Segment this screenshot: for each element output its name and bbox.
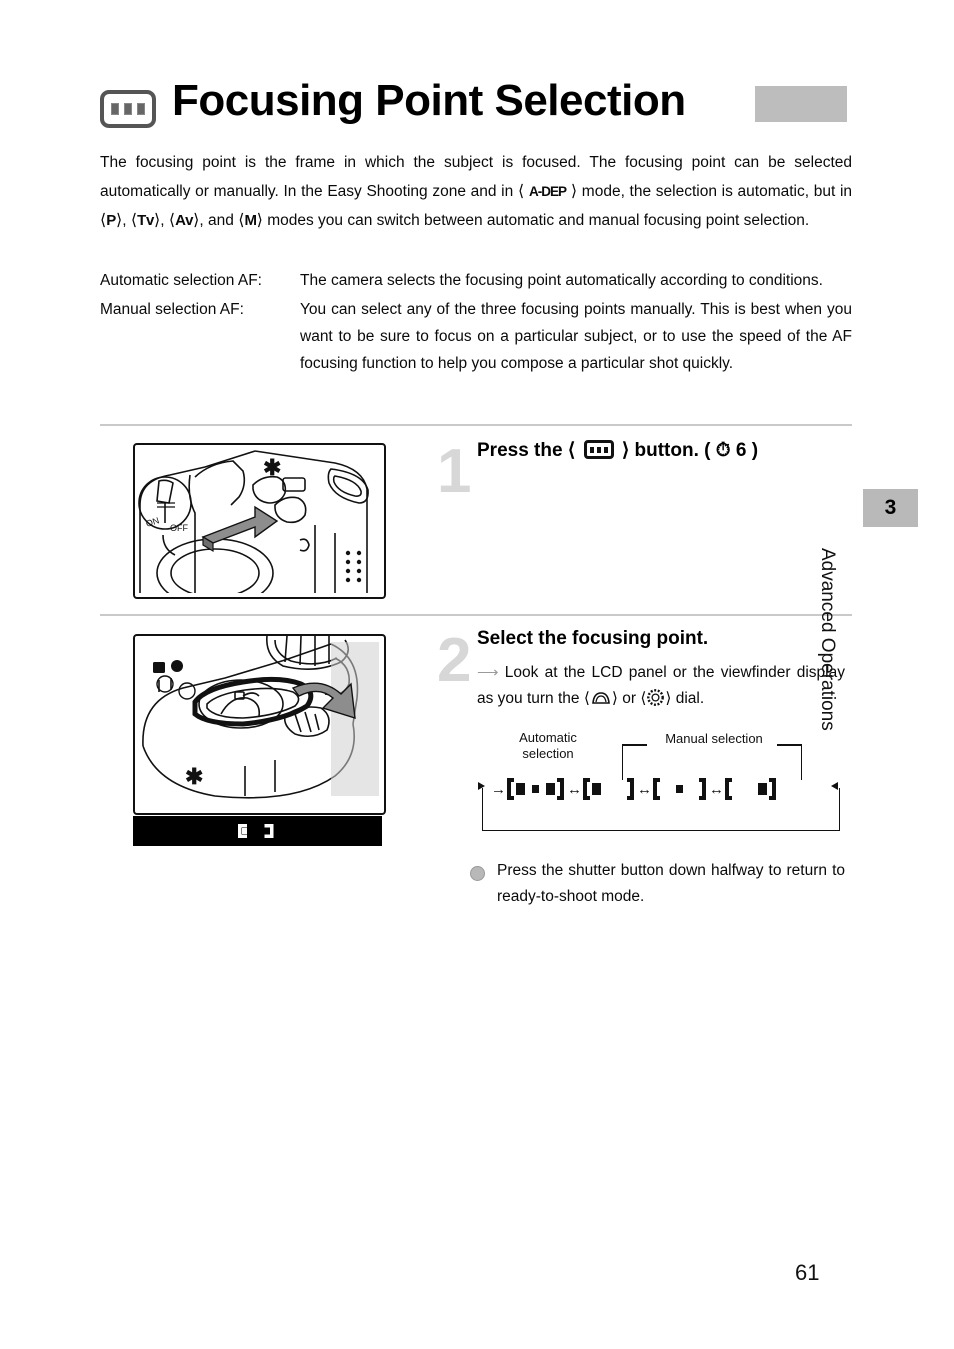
lcd-panel-display <box>133 816 382 846</box>
definition-term: Manual selection AF: <box>100 301 244 318</box>
intro-segment-c: modes you can switch between automatic a… <box>262 212 810 229</box>
definition-description: The camera selects the focusing point au… <box>300 272 823 289</box>
svg-text:ON: ON <box>145 515 161 529</box>
step-heading-2: Select the focusing point. <box>477 628 709 649</box>
definition-list: Automatic selection AF: The camera selec… <box>100 267 852 377</box>
mode-adep: A-DEP <box>529 184 567 199</box>
section-divider <box>100 614 852 616</box>
step2-note-text-c: ⟩ dial. <box>665 690 705 707</box>
definition-description: You can select any of the three focusing… <box>300 301 852 372</box>
definition-row: Manual selection AF: You can select any … <box>100 296 852 377</box>
step1-heading-text-a: Press the ⟨ <box>477 440 576 461</box>
cycle-arrow-left-icon <box>478 782 485 790</box>
chapter-marker: 3 <box>863 489 918 527</box>
bullet-icon <box>470 866 485 881</box>
quick-control-dial-icon <box>647 689 665 706</box>
intro-paragraph: The focusing point is the frame in which… <box>100 154 853 229</box>
camera-illustration-step1: ON OFF ✱ <box>133 443 386 599</box>
intro-segment-b: mode, the selection is automatic, but in <box>577 183 853 200</box>
section-divider <box>100 424 852 426</box>
camera-illustration-step2: ✱ <box>133 634 386 815</box>
step2-note: ⟶ Look at the LCD panel or the viewfinde… <box>477 660 845 712</box>
label-automatic-line2: selection <box>522 746 574 761</box>
shutter-note: Press the shutter button down halfway to… <box>497 862 845 905</box>
svg-text:✱: ✱ <box>185 764 203 789</box>
main-dial-icon <box>591 691 611 705</box>
step-number-2: 2 <box>437 626 472 695</box>
svg-text:✱: ✱ <box>263 455 281 480</box>
focus-point-button-icon <box>100 90 156 128</box>
chapter-number: 3 <box>884 496 897 519</box>
step1-heading-text-b: ⟩ button. ( ⏱ 6 ) <box>621 440 759 461</box>
step-number-1: 1 <box>437 437 472 506</box>
document-page: Focusing Point Selection The focusing po… <box>0 0 954 1349</box>
focus-point-cycle-diagram: Automatic selection Manual selection → ↔… <box>470 730 855 840</box>
chapter-title: Advanced Operations <box>817 548 838 731</box>
cycle-loop-line <box>482 788 840 831</box>
title-gray-bar <box>755 86 847 122</box>
mode-p: P <box>106 212 116 229</box>
arrow-right-icon: ⟶ <box>477 664 499 681</box>
svg-text:OFF: OFF <box>170 523 188 533</box>
label-automatic-line1: Automatic <box>519 730 577 745</box>
mode-tv: Tv <box>137 212 154 229</box>
step-heading-1: Press the ⟨ ⟩ button. ( ⏱ 6 ) <box>477 439 758 462</box>
focus-point-button-icon <box>583 440 614 459</box>
page-title: Focusing Point Selection <box>172 76 686 125</box>
definition-row: Automatic selection AF: The camera selec… <box>100 267 852 294</box>
dial-turn-arrow <box>291 682 356 719</box>
page-number: 61 <box>795 1260 820 1285</box>
mode-m: M <box>244 212 257 229</box>
page-title-row: Focusing Point Selection <box>100 76 850 140</box>
press-arrow <box>201 505 279 553</box>
definition-term: Automatic selection AF: <box>100 272 262 289</box>
mode-av: Av <box>175 212 194 229</box>
label-automatic-selection: Automatic selection <box>500 730 596 762</box>
step2-note-text-b: ⟩ or ⟨ <box>611 690 647 707</box>
